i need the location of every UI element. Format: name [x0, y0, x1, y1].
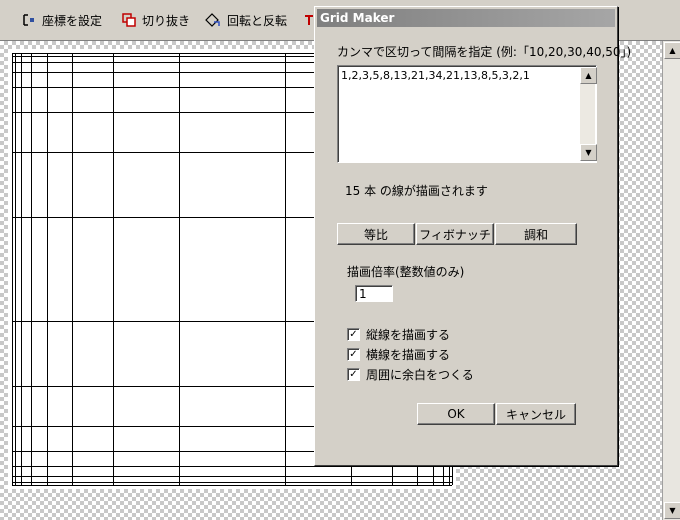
scale-label: 描画倍率(整数値のみ)	[347, 265, 465, 279]
scale-input[interactable]: 1	[355, 285, 393, 302]
arrow-down-icon: ▼	[585, 147, 592, 157]
partial-toolbar-button[interactable]	[304, 10, 314, 30]
intervals-value: 1,2,3,5,8,13,21,34,21,13,8,5,3,2,1	[341, 69, 530, 82]
grid-maker-dialog: Grid Maker カンマで区切って間隔を指定 (例:「10,20,30,40…	[314, 6, 631, 466]
textarea-scroll-down[interactable]: ▼	[580, 144, 597, 161]
rotate-flip-button[interactable]: 回転と反転	[205, 10, 287, 30]
checkbox-check-icon: ✓	[347, 328, 360, 341]
add-margin-checkbox[interactable]: ✓ 周囲に余白をつくる	[347, 366, 474, 383]
draw-vertical-checkbox[interactable]: ✓ 縦線を描画する	[347, 326, 450, 343]
partial-icon	[305, 15, 313, 25]
line-count-text: 15 本 の線が描画されます	[345, 184, 488, 198]
ok-button[interactable]: OK	[417, 403, 495, 425]
textarea-scrollbar[interactable]: ▲ ▼	[580, 67, 597, 161]
crop-icon	[122, 13, 136, 27]
set-coordinates-label: 座標を設定	[42, 13, 103, 28]
rotate-flip-label: 回転と反転	[227, 13, 288, 28]
draw-horizontal-label: 横線を描画する	[366, 348, 451, 362]
harmonic-button[interactable]: 調和	[495, 223, 577, 245]
cancel-button[interactable]: キャンセル	[496, 403, 576, 425]
draw-vertical-label: 縦線を描画する	[366, 328, 451, 342]
rotate-flip-icon	[205, 13, 220, 27]
fibonacci-button[interactable]: フィボナッチ	[416, 223, 494, 245]
set-coordinates-button[interactable]: 座標を設定	[22, 10, 102, 30]
scroll-down-button[interactable]: ▼	[664, 502, 680, 519]
arrow-down-icon: ▼	[669, 505, 676, 515]
draw-horizontal-checkbox[interactable]: ✓ 横線を描画する	[347, 346, 450, 363]
vertical-scrollbar[interactable]: ▲ ▼	[662, 41, 680, 520]
intervals-textarea[interactable]: 1,2,3,5,8,13,21,34,21,13,8,5,3,2,1 ▲ ▼	[337, 65, 597, 163]
geometric-button[interactable]: 等比	[337, 223, 415, 245]
intervals-instruction: カンマで区切って間隔を指定 (例:「10,20,30,40,50」)	[337, 45, 632, 59]
checkbox-check-icon: ✓	[347, 348, 360, 361]
add-margin-label: 周囲に余白をつくる	[366, 368, 474, 382]
scroll-up-button[interactable]: ▲	[664, 42, 680, 59]
arrow-up-icon: ▲	[585, 70, 592, 80]
coordinate-icon	[23, 14, 34, 26]
crop-button[interactable]: 切り抜き	[122, 10, 190, 30]
arrow-up-icon: ▲	[669, 45, 676, 55]
crop-label: 切り抜き	[142, 13, 191, 28]
checkbox-check-icon: ✓	[347, 368, 360, 381]
dialog-title: Grid Maker	[317, 9, 615, 27]
textarea-scroll-up[interactable]: ▲	[580, 67, 597, 84]
